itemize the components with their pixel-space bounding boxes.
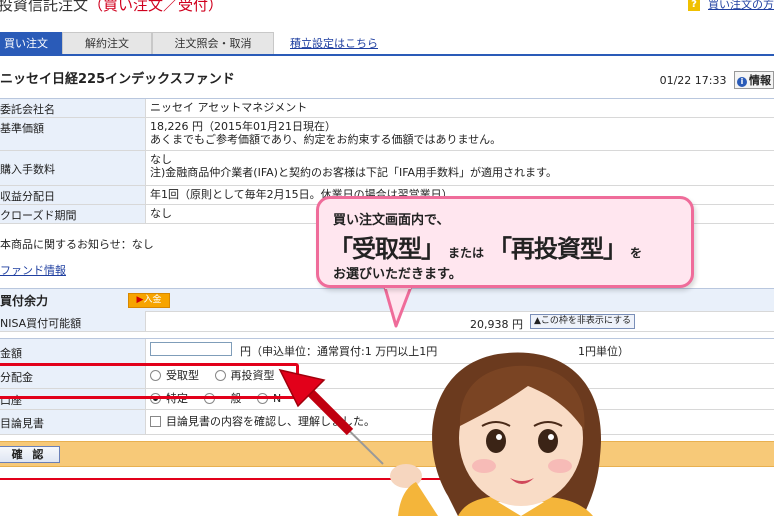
value-closed-period: なし xyxy=(150,207,172,220)
callout-line1: 買い注文画面内で、 xyxy=(333,213,450,228)
confirm-button[interactable]: 確 認 xyxy=(0,446,60,463)
row-nav: 基準価額 18,226 円（2015年01月21日現在） あくまでもご参考価額で… xyxy=(0,118,774,151)
fee-value: なし xyxy=(150,153,172,166)
label-fee: 購入手数料 xyxy=(0,163,55,176)
callout-bubble: 買い注文画面内で、 「受取型」 または 「再投資型」を お選びいただきます。 xyxy=(316,196,694,288)
value-management-company: ニッセイ アセットマネジメント xyxy=(150,101,308,114)
fund-info-link[interactable]: ファンド情報 xyxy=(0,262,66,278)
value-fee: なし 注)金融商品仲介業者(IFA)と契約のお客様は下記「IFA用手数料」が適用… xyxy=(150,153,557,179)
info-button-label: 情報 xyxy=(749,74,771,87)
buying-power-title: 買付余力 xyxy=(0,294,49,308)
tab-link-accumulation[interactable]: 積立設定はこちら xyxy=(290,35,378,51)
tab-sell-order[interactable]: 解約注文 xyxy=(62,32,152,54)
help-icon: ? xyxy=(688,0,700,11)
value-nav: 18,226 円（2015年01月21日現在） あくまでもご参考価額であり、約定… xyxy=(150,120,501,146)
callout-option1: 「受取型」 xyxy=(329,235,445,263)
callout-or: または xyxy=(448,246,485,260)
update-datetime: 01/22 17:33 xyxy=(659,74,727,87)
guide-woman-illustration xyxy=(390,352,602,516)
callout-particle: を xyxy=(630,246,643,260)
hide-panel-label: この枠を非表示にする xyxy=(540,316,632,326)
nav-price: 18,226 円（2015年01月21日現在） xyxy=(150,120,336,133)
label-nisa: NISA買付可能額 xyxy=(0,317,82,330)
row-fee: 購入手数料 なし 注)金融商品仲介業者(IFA)と契約のお客様は下記「IFA用手… xyxy=(0,151,774,186)
callout-line3: お選びいただきます。 xyxy=(333,267,462,282)
label-management-company: 委託会社名 xyxy=(0,103,55,116)
tab-bar: 買い注文 解約注文 注文照会・取消 積立設定はこちら xyxy=(0,32,774,56)
tab-buy-order[interactable]: 買い注文 xyxy=(0,32,62,54)
info-button[interactable]: i 情報 xyxy=(734,71,774,89)
fund-header-right: 01/22 17:33 i 情報 xyxy=(660,71,774,89)
fee-note: 注)金融商品仲介業者(IFA)と契約のお客様は下記「IFA用手数料」が適用されま… xyxy=(150,166,557,179)
deposit-button[interactable]: ▶入金 xyxy=(128,293,170,308)
callout-option2: 「再投資型」 xyxy=(488,235,627,263)
info-icon: i xyxy=(737,77,747,87)
triangle-up-icon: ▲ xyxy=(534,316,541,326)
label-prospectus: 目論見書 xyxy=(0,417,44,430)
help-link-area[interactable]: ? 買い注文の方 xyxy=(688,0,774,12)
page-title: 投資信託注文（買い注文／受付） xyxy=(0,0,224,14)
row-management-company: 委託会社名 ニッセイ アセットマネジメント xyxy=(0,99,774,118)
amount-input[interactable] xyxy=(150,342,232,356)
label-nav: 基準価額 xyxy=(0,122,44,135)
deposit-label: 入金 xyxy=(143,295,162,305)
label-amount: 金額 xyxy=(0,347,22,360)
callout-line2: 「受取型」 または 「再投資型」を xyxy=(329,229,646,264)
fund-name: ニッセイ日経225インデックスファンド xyxy=(0,72,235,87)
product-notice: 本商品に関するお知らせ：なし xyxy=(0,238,154,251)
help-link[interactable]: 買い注文の方 xyxy=(708,0,774,11)
nav-note: あくまでもご参考価額であり、約定をお約束する価額ではありません。 xyxy=(150,133,502,146)
label-distribution-date: 収益分配日 xyxy=(0,190,55,203)
pointer-arrow-icon xyxy=(278,368,384,465)
tab-order-inquiry[interactable]: 注文照会・取消 xyxy=(152,32,274,54)
label-closed-period: クローズド期間 xyxy=(0,209,77,222)
prospectus-checkbox[interactable] xyxy=(150,415,161,427)
highlight-box xyxy=(0,363,299,399)
